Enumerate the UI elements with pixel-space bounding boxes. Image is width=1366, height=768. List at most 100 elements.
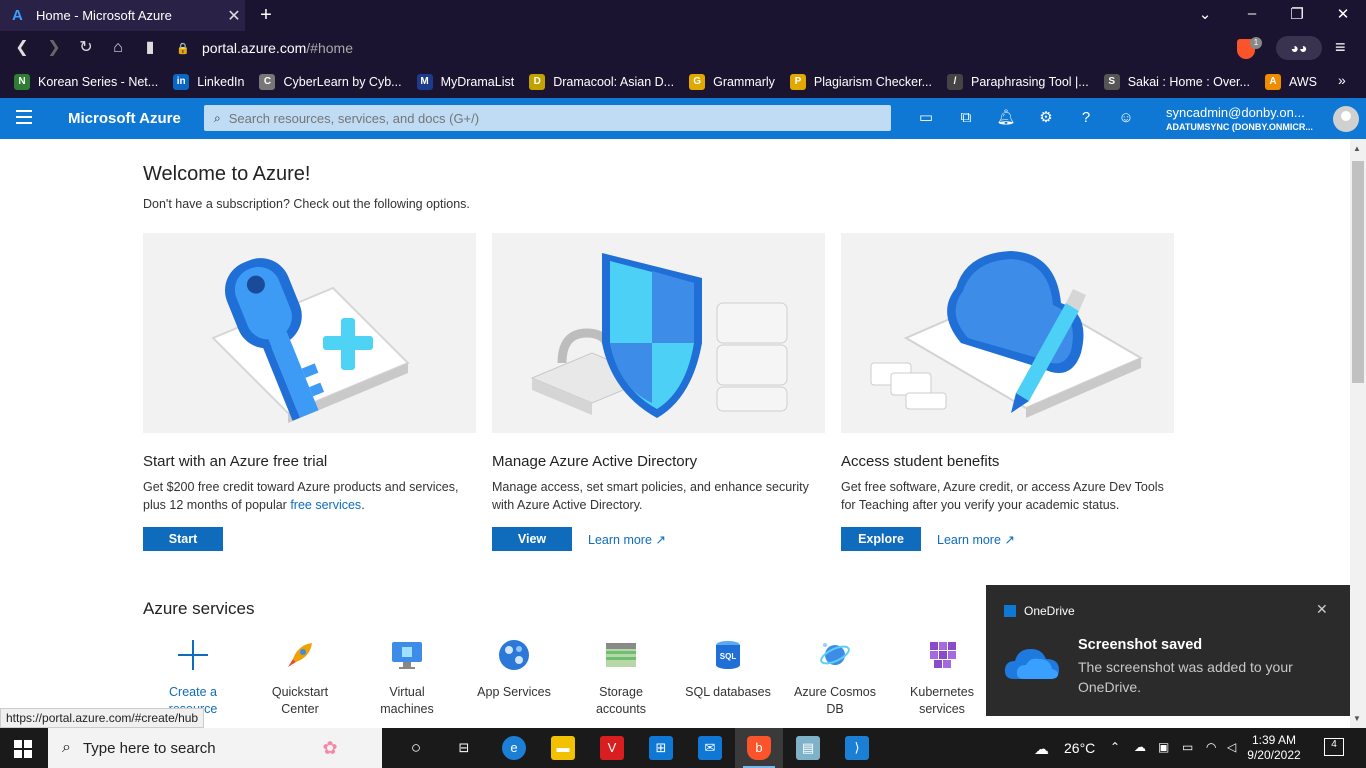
bookmark-favicon-icon: C	[259, 73, 276, 90]
azure-brand[interactable]: Microsoft Azure	[68, 110, 181, 127]
url-path: /#home	[306, 40, 353, 56]
link-status-tooltip: https://portal.azure.com/#create/hub	[0, 708, 205, 728]
search-input[interactable]	[228, 110, 849, 126]
forward-button[interactable]: ❯	[44, 38, 64, 58]
tab-close-icon[interactable]: ✕	[223, 6, 245, 26]
bookmark-item[interactable]: A AWS	[1264, 73, 1317, 90]
bookmarks-overflow-icon[interactable]: »	[1338, 72, 1348, 88]
card-description: Get free software, Azure credit, or acce…	[841, 480, 1164, 512]
scrollbar-thumb[interactable]	[1352, 161, 1364, 383]
bookmark-favicon-icon: G	[689, 73, 706, 90]
notification-close-icon[interactable]: ✕	[1316, 601, 1328, 618]
learn-more-link[interactable]: Learn more ↗	[588, 532, 666, 547]
edge-browser-icon[interactable]: e	[502, 736, 526, 760]
service-cosmos-db[interactable]: Azure Cosmos DB	[785, 639, 885, 718]
settings-gear-icon[interactable]: ⚙	[1036, 108, 1056, 128]
service-storage-accounts[interactable]: Storage accounts	[571, 639, 671, 718]
start-button[interactable]: Start	[143, 527, 223, 551]
home-button[interactable]: ⌂	[108, 38, 128, 58]
minimize-button[interactable]: –	[1242, 5, 1262, 22]
meet-now-icon[interactable]: ▣	[1158, 740, 1169, 754]
bookmark-item[interactable]: D Dramacool: Asian D...	[529, 73, 674, 90]
service-kubernetes[interactable]: Kubernetes services	[892, 639, 992, 718]
storage-icon	[606, 643, 636, 667]
close-window-button[interactable]: ✕	[1333, 5, 1353, 23]
learn-more-link[interactable]: Learn more ↗	[937, 532, 1015, 547]
brave-browser-icon[interactable]: b	[747, 736, 771, 760]
notepad-icon[interactable]: ▤	[796, 736, 820, 760]
portal-menu-icon[interactable]	[16, 110, 32, 124]
action-center-icon[interactable]: 4	[1324, 738, 1344, 756]
feedback-icon[interactable]: ☺	[1116, 108, 1136, 128]
bookmark-favicon-icon: D	[529, 73, 546, 90]
bookmark-icon[interactable]: ▮	[140, 38, 160, 58]
rocket-icon	[288, 643, 312, 667]
mail-icon[interactable]: ✉	[698, 736, 722, 760]
bookmark-item[interactable]: in LinkedIn	[173, 73, 244, 90]
bookmark-item[interactable]: N Korean Series - Net...	[14, 73, 159, 90]
notifications-bell-icon[interactable]: 🔔︎	[996, 108, 1016, 128]
account-menu[interactable]: syncadmin@donby.on... ADATUMSYNC (DONBY.…	[1166, 105, 1326, 132]
free-services-link[interactable]: free services	[290, 498, 361, 512]
directory-filter-icon[interactable]: ⧉	[956, 108, 976, 128]
reload-button[interactable]: ↻	[76, 38, 96, 58]
card-description: Manage access, set smart policies, and e…	[492, 480, 809, 512]
cloud-shell-icon[interactable]: ▭	[916, 108, 936, 128]
service-label-2: Center	[281, 702, 319, 716]
weather-temperature[interactable]: 26°C	[1064, 740, 1095, 756]
bookmark-item[interactable]: S Sakai : Home : Over...	[1103, 73, 1250, 90]
tab-list-chevron-icon[interactable]: ⌄	[1195, 5, 1215, 23]
bookmark-item[interactable]: C CyberLearn by Cyb...	[259, 73, 402, 90]
system-clock[interactable]: 1:39 AM 9/20/2022	[1243, 733, 1305, 763]
bookmark-favicon-icon: /	[947, 73, 964, 90]
avatar[interactable]	[1333, 106, 1359, 132]
volume-icon[interactable]: ◁	[1227, 740, 1236, 754]
vscode-icon[interactable]: ⟩	[845, 736, 869, 760]
scroll-up-arrow-icon[interactable]: ▲	[1353, 144, 1361, 153]
bookmark-item[interactable]: P Plagiarism Checker...	[789, 73, 932, 90]
service-virtual-machines[interactable]: Virtual machines	[357, 639, 457, 718]
windows-start-icon[interactable]	[14, 740, 32, 758]
external-link-icon: ↗	[655, 532, 666, 547]
new-tab-button[interactable]: +	[256, 4, 276, 27]
v-app-icon[interactable]: V	[600, 736, 624, 760]
service-app-services[interactable]: App Services	[464, 639, 564, 701]
restore-button[interactable]: ❐	[1287, 5, 1307, 23]
bookmark-item[interactable]: M MyDramaList	[416, 73, 514, 90]
bookmark-label: Korean Series - Net...	[38, 74, 159, 89]
back-button[interactable]: ❮	[12, 38, 32, 58]
browser-menu-icon[interactable]: ≡	[1335, 37, 1346, 58]
vertical-scrollbar[interactable]: ▲ ▼	[1350, 139, 1366, 728]
task-view-icon[interactable]: ⊟	[452, 736, 476, 760]
onedrive-app-icon	[1004, 605, 1016, 617]
battery-icon[interactable]: ▭	[1182, 740, 1193, 754]
wifi-icon[interactable]: ◠	[1206, 740, 1216, 754]
browser-tab-azure[interactable]: A Home - Microsoft Azure ✕	[0, 0, 245, 31]
service-label-2: accounts	[595, 702, 647, 716]
bookmark-item[interactable]: G Grammarly	[689, 73, 775, 90]
microsoft-store-icon[interactable]: ⊞	[649, 736, 673, 760]
service-quickstart-center[interactable]: Quickstart Center	[250, 639, 350, 718]
file-explorer-icon[interactable]: ▬	[551, 736, 575, 760]
onedrive-notification[interactable]: OneDrive ✕ Screenshot saved The screensh…	[986, 585, 1350, 716]
cosmos-db-icon	[820, 643, 850, 665]
service-create-resource[interactable]: Create aresource	[143, 639, 243, 718]
service-sql-databases[interactable]: SQL SQL databases	[678, 639, 778, 701]
search-icon: ⌕	[62, 739, 71, 756]
weather-cloud-icon[interactable]: ☁	[1034, 740, 1049, 758]
bookmark-label: Sakai : Home : Over...	[1127, 74, 1250, 89]
global-search[interactable]: ⌕	[204, 105, 891, 131]
help-icon[interactable]: ?	[1076, 108, 1096, 128]
view-button[interactable]: View	[492, 527, 572, 551]
tab-title: Home - Microsoft Azure	[36, 8, 172, 23]
cortana-icon[interactable]: ○	[404, 736, 428, 760]
bookmark-item[interactable]: / Paraphrasing Tool |...	[947, 73, 1089, 90]
address-bar[interactable]: 🔒 portal.azure.com/#home	[176, 36, 1226, 60]
private-window-icon[interactable]: ◕◕	[1276, 36, 1322, 60]
bookmark-favicon-icon: S	[1103, 73, 1120, 90]
scroll-down-arrow-icon[interactable]: ▼	[1353, 714, 1361, 723]
onedrive-tray-icon[interactable]: ☁	[1134, 740, 1146, 754]
show-hidden-icons-chevron-icon[interactable]: ⌃	[1110, 740, 1120, 754]
explore-button[interactable]: Explore	[841, 527, 921, 551]
card-student-benefits: Access student benefits Get free softwar…	[841, 233, 1174, 551]
